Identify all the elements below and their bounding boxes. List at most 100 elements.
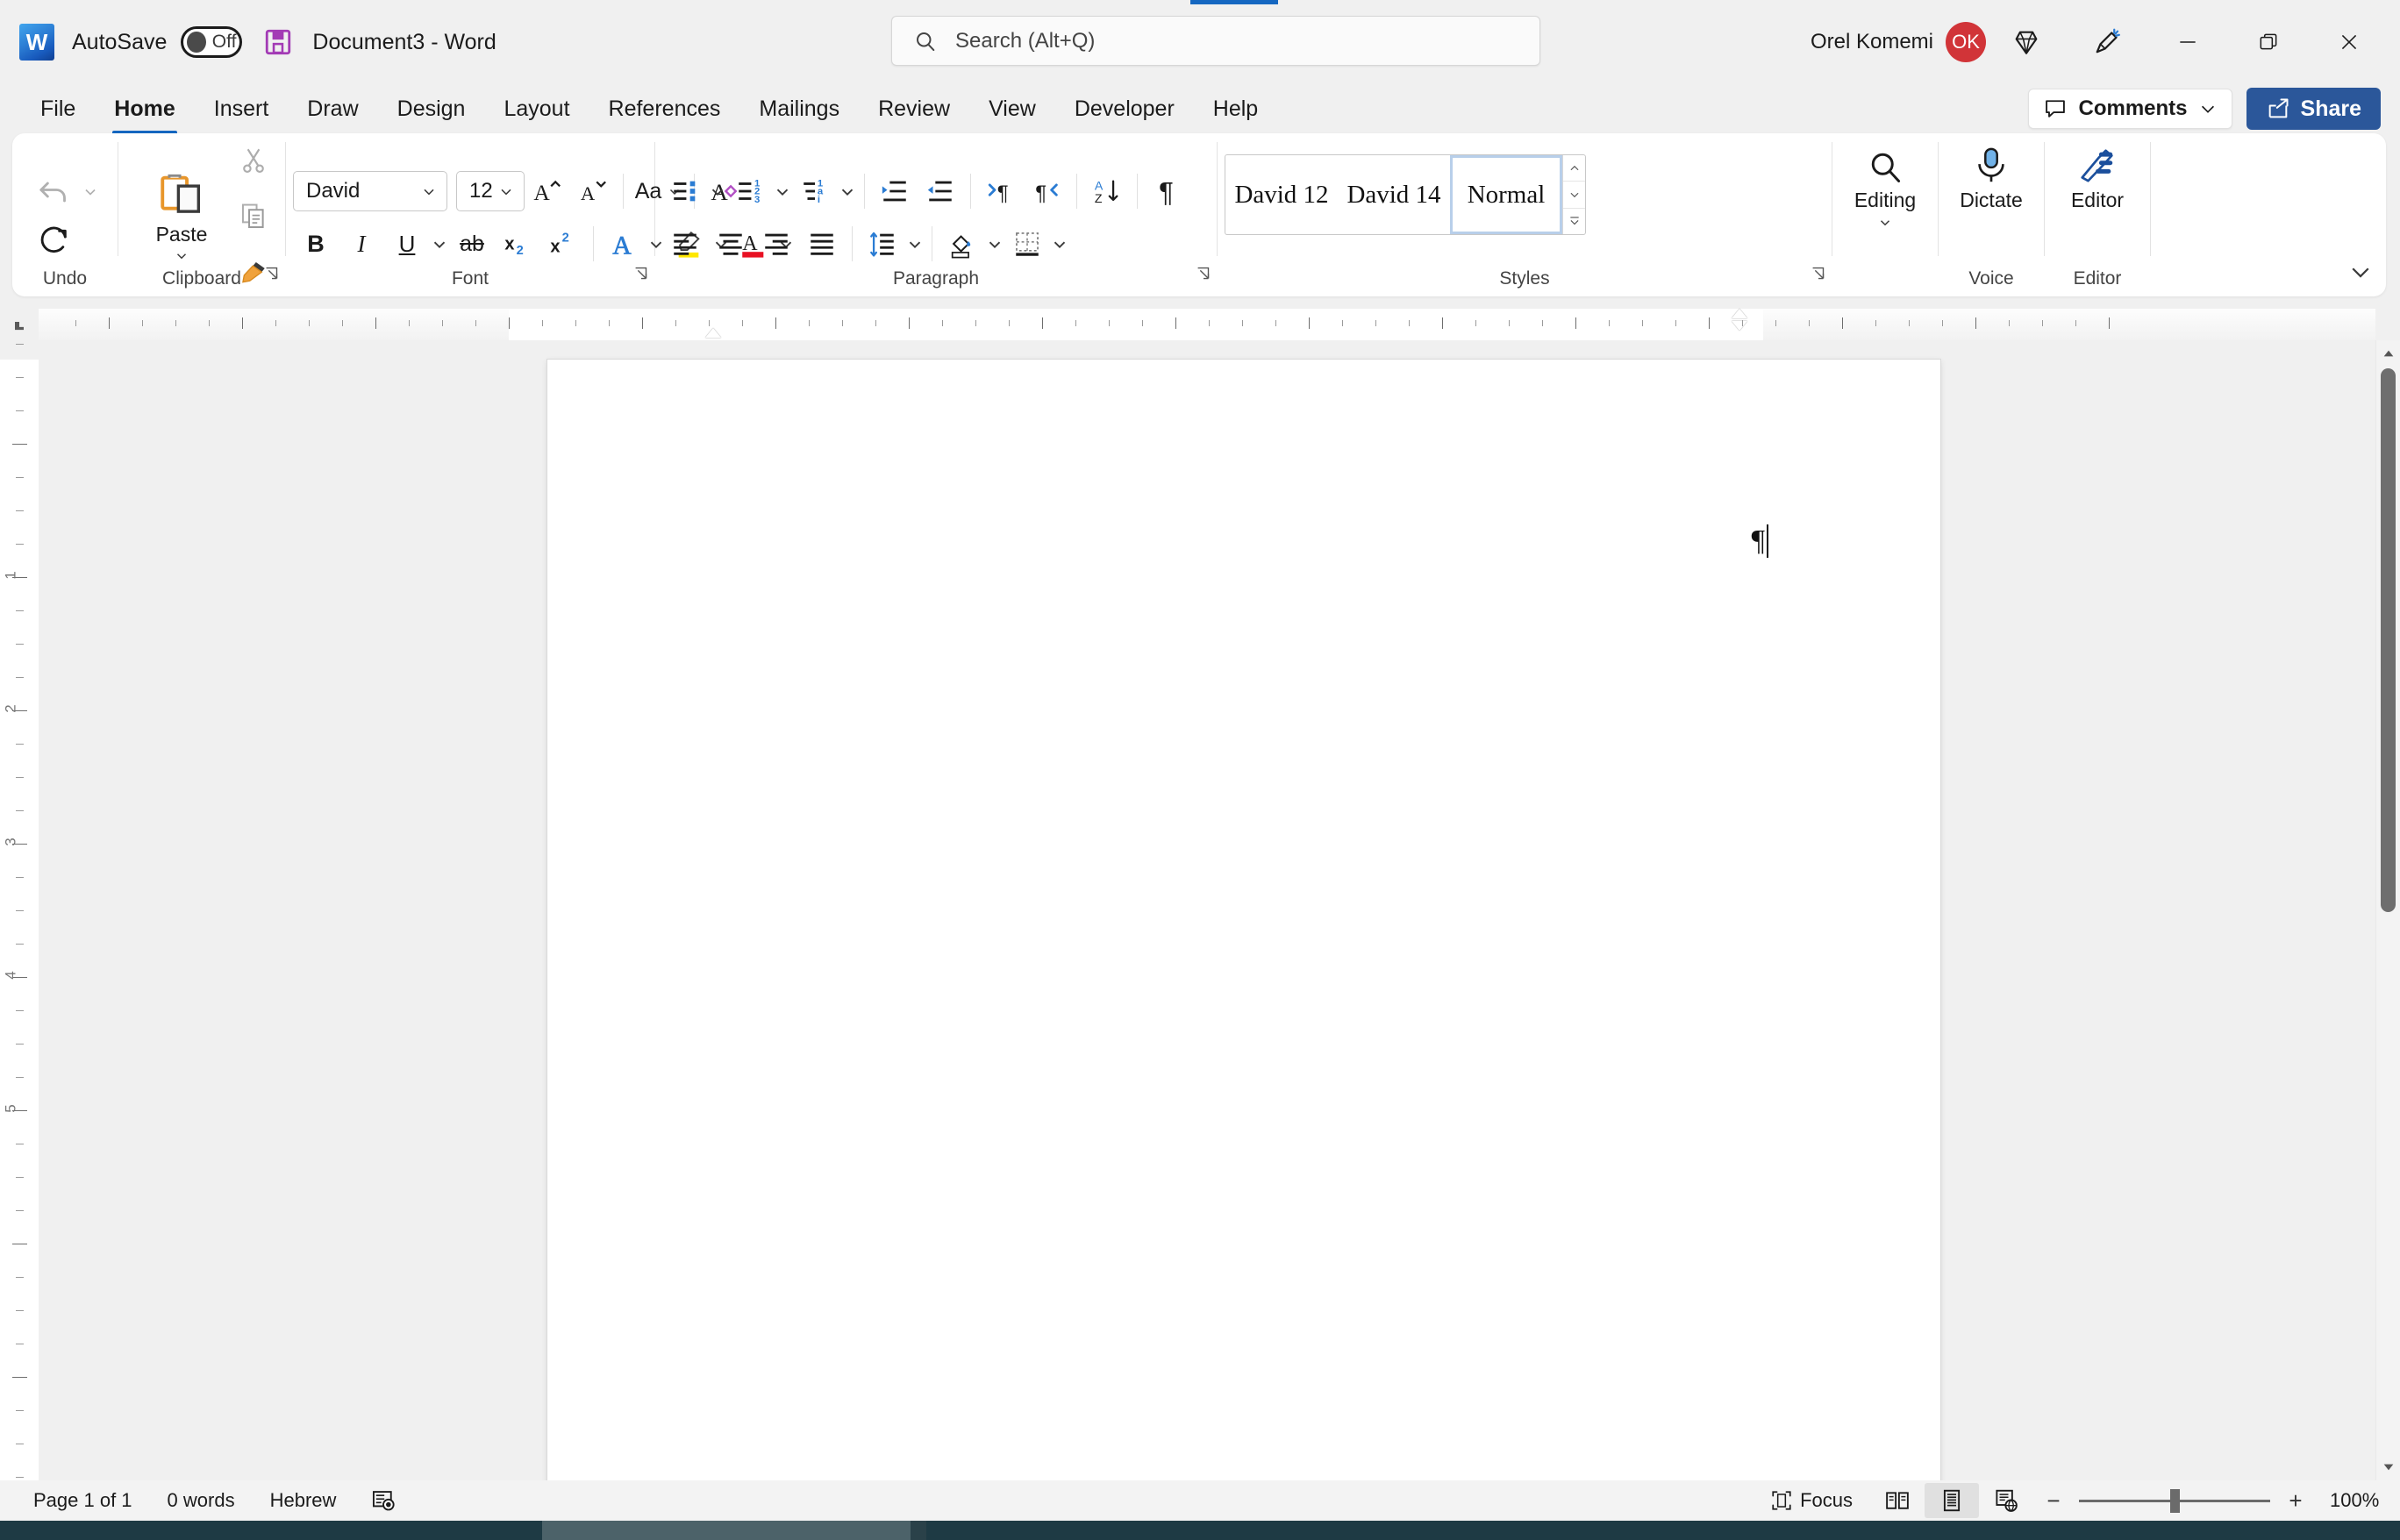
- text-effects-button[interactable]: A: [601, 221, 646, 267]
- minimize-button[interactable]: [2147, 0, 2228, 84]
- editing-button[interactable]: Editing: [1839, 147, 1931, 231]
- grow-font-button[interactable]: A: [525, 168, 570, 214]
- vertical-ruler[interactable]: 1 2 3 4 5: [0, 340, 39, 1480]
- tab-review[interactable]: Review: [859, 93, 969, 125]
- document-canvas[interactable]: ¶: [39, 340, 2375, 1480]
- print-layout-button[interactable]: [1925, 1483, 1979, 1518]
- font-dialog-launcher[interactable]: [632, 264, 651, 288]
- close-button[interactable]: [2309, 0, 2389, 84]
- diamond-icon[interactable]: [1986, 11, 2067, 74]
- first-line-indent-marker[interactable]: [705, 328, 721, 338]
- font-size-input[interactable]: 12: [456, 171, 525, 211]
- multilevel-dropdown-icon[interactable]: [838, 182, 857, 201]
- document-page[interactable]: ¶: [547, 360, 1940, 1480]
- left-to-right-button[interactable]: ¶: [978, 168, 1024, 214]
- zoom-out-button[interactable]: −: [2040, 1487, 2067, 1515]
- shading-button[interactable]: [939, 221, 985, 267]
- justify-button[interactable]: [799, 221, 845, 267]
- zoom-level[interactable]: 100%: [2330, 1489, 2388, 1512]
- multilevel-list-button[interactable]: 1ai: [792, 168, 838, 214]
- restore-button[interactable]: [2228, 0, 2309, 84]
- comments-button[interactable]: Comments: [2028, 89, 2232, 129]
- italic-button[interactable]: I: [339, 221, 384, 267]
- line-spacing-button[interactable]: [860, 221, 905, 267]
- sort-button[interactable]: AZ: [1084, 168, 1130, 214]
- tab-references[interactable]: References: [589, 93, 740, 125]
- share-button[interactable]: Share: [2246, 88, 2381, 130]
- shading-dropdown-icon[interactable]: [985, 234, 1004, 253]
- web-layout-button[interactable]: [1979, 1483, 2033, 1518]
- right-indent-top-marker[interactable]: [1732, 309, 1747, 318]
- tab-developer[interactable]: Developer: [1055, 93, 1194, 125]
- tab-draw[interactable]: Draw: [288, 93, 377, 125]
- tab-stop-selector[interactable]: [0, 309, 39, 340]
- scrollbar-thumb[interactable]: [2381, 368, 2396, 912]
- font-name-input[interactable]: David: [293, 171, 447, 211]
- zoom-in-button[interactable]: +: [2282, 1487, 2309, 1515]
- collapse-ribbon-button[interactable]: [2347, 259, 2374, 289]
- align-left-button[interactable]: [662, 221, 708, 267]
- shrink-font-button[interactable]: A: [570, 168, 616, 214]
- underline-dropdown-icon[interactable]: [430, 234, 449, 253]
- pen-highlight-icon[interactable]: [2067, 11, 2147, 74]
- subscript-button[interactable]: x2: [495, 221, 540, 267]
- scroll-down-arrow[interactable]: [2376, 1456, 2400, 1479]
- zoom-thumb[interactable]: [2170, 1488, 2180, 1513]
- vertical-scrollbar[interactable]: [2375, 340, 2400, 1480]
- paragraph-dialog-launcher[interactable]: [1194, 264, 1213, 288]
- read-mode-button[interactable]: [1870, 1483, 1925, 1518]
- page-info[interactable]: Page 1 of 1: [16, 1489, 150, 1512]
- tab-home[interactable]: Home: [95, 93, 194, 135]
- styles-more-button[interactable]: [1563, 209, 1585, 234]
- bullets-dropdown-icon[interactable]: [708, 182, 727, 201]
- superscript-button[interactable]: x2: [540, 221, 586, 267]
- undo-dropdown-icon[interactable]: [82, 183, 99, 201]
- dictate-button[interactable]: Dictate: [1946, 146, 2037, 212]
- numbering-dropdown-icon[interactable]: [773, 182, 792, 201]
- numbering-button[interactable]: 123: [727, 168, 773, 214]
- focus-mode-button[interactable]: Focus: [1753, 1489, 1870, 1512]
- word-count[interactable]: 0 words: [150, 1489, 253, 1512]
- zoom-slider[interactable]: − +: [2040, 1487, 2309, 1515]
- underline-button[interactable]: U: [384, 221, 430, 267]
- cut-button[interactable]: [236, 138, 271, 183]
- show-paragraph-marks-button[interactable]: ¶: [1145, 168, 1190, 214]
- editor-button[interactable]: Editor: [2052, 146, 2143, 212]
- taskbar-active-window[interactable]: [542, 1521, 911, 1540]
- avatar[interactable]: OK: [1946, 22, 1986, 62]
- styles-dialog-launcher[interactable]: [1809, 264, 1828, 288]
- borders-dropdown-icon[interactable]: [1050, 234, 1069, 253]
- tab-design[interactable]: Design: [378, 93, 485, 125]
- search-input[interactable]: Search (Alt+Q): [891, 16, 1540, 66]
- paste-button[interactable]: Paste: [132, 170, 231, 264]
- copy-button[interactable]: [236, 194, 271, 239]
- scroll-up-arrow[interactable]: [2376, 342, 2400, 365]
- strikethrough-button[interactable]: ab: [449, 221, 495, 267]
- proofing-status-button[interactable]: [354, 1488, 413, 1513]
- autosave-toggle[interactable]: Off: [181, 26, 243, 58]
- tab-view[interactable]: View: [969, 93, 1055, 125]
- styles-scroll-up-button[interactable]: [1563, 155, 1585, 182]
- tab-mailings[interactable]: Mailings: [739, 93, 859, 125]
- style-item-david-14[interactable]: David 14: [1338, 155, 1450, 234]
- align-right-button[interactable]: [754, 221, 799, 267]
- line-spacing-dropdown-icon[interactable]: [905, 234, 925, 253]
- tab-layout[interactable]: Layout: [484, 93, 589, 125]
- styles-scroll-down-button[interactable]: [1563, 182, 1585, 209]
- increase-indent-button[interactable]: [872, 168, 918, 214]
- clipboard-dialog-launcher[interactable]: [262, 264, 282, 288]
- align-center-button[interactable]: [708, 221, 754, 267]
- bullets-button[interactable]: [662, 168, 708, 214]
- horizontal-ruler[interactable]: [39, 309, 2375, 340]
- style-item-normal[interactable]: Normal: [1450, 155, 1562, 234]
- decrease-indent-button[interactable]: [918, 168, 963, 214]
- language-indicator[interactable]: Hebrew: [253, 1489, 354, 1512]
- right-to-left-button[interactable]: ¶: [1024, 168, 1069, 214]
- save-icon[interactable]: [263, 27, 293, 57]
- tab-insert[interactable]: Insert: [195, 93, 289, 125]
- style-item-david-12[interactable]: David 12: [1225, 155, 1338, 234]
- borders-button[interactable]: [1004, 221, 1050, 267]
- zoom-track[interactable]: [2079, 1488, 2270, 1513]
- chevron-down-icon[interactable]: [1875, 215, 1895, 231]
- bold-button[interactable]: B: [293, 221, 339, 267]
